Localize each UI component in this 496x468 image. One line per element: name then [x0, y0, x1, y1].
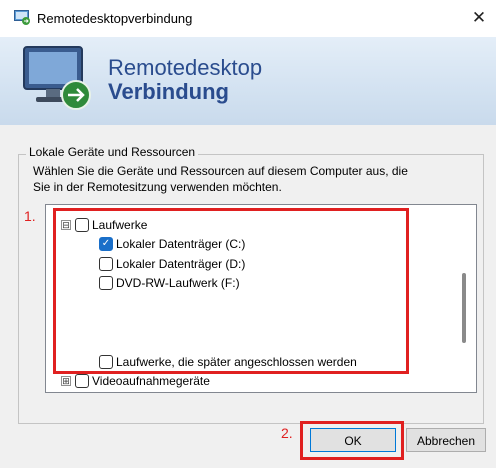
- remote-desktop-monitor-icon: [23, 46, 91, 110]
- window-title: Remotedesktopverbindung: [37, 11, 193, 26]
- description-line-1: Wählen Sie die Geräte und Ressourcen auf…: [33, 164, 408, 178]
- video-label[interactable]: Videoaufnahmegeräte: [92, 374, 210, 388]
- annotation-step-1: 1.: [24, 208, 36, 224]
- remote-desktop-icon: [14, 10, 30, 25]
- description-line-2: Sie in der Remotesitzung verwenden möcht…: [33, 180, 282, 194]
- annotation-step-2: 2.: [281, 425, 293, 441]
- annotation-highlight-box-1: [53, 208, 409, 374]
- banner-title-line2: Verbindung: [108, 79, 229, 104]
- group-legend: Lokale Geräte und Ressourcen: [26, 145, 199, 159]
- close-button[interactable]: ✕: [466, 6, 492, 30]
- banner-title-line1: Remotedesktop: [108, 55, 263, 80]
- tree-scrollbar-thumb[interactable]: [462, 273, 466, 343]
- video-checkbox[interactable]: [75, 374, 89, 388]
- expand-icon[interactable]: ⊞: [61, 376, 71, 386]
- annotation-highlight-box-2: [300, 421, 404, 460]
- cancel-button[interactable]: Abbrechen: [406, 428, 486, 452]
